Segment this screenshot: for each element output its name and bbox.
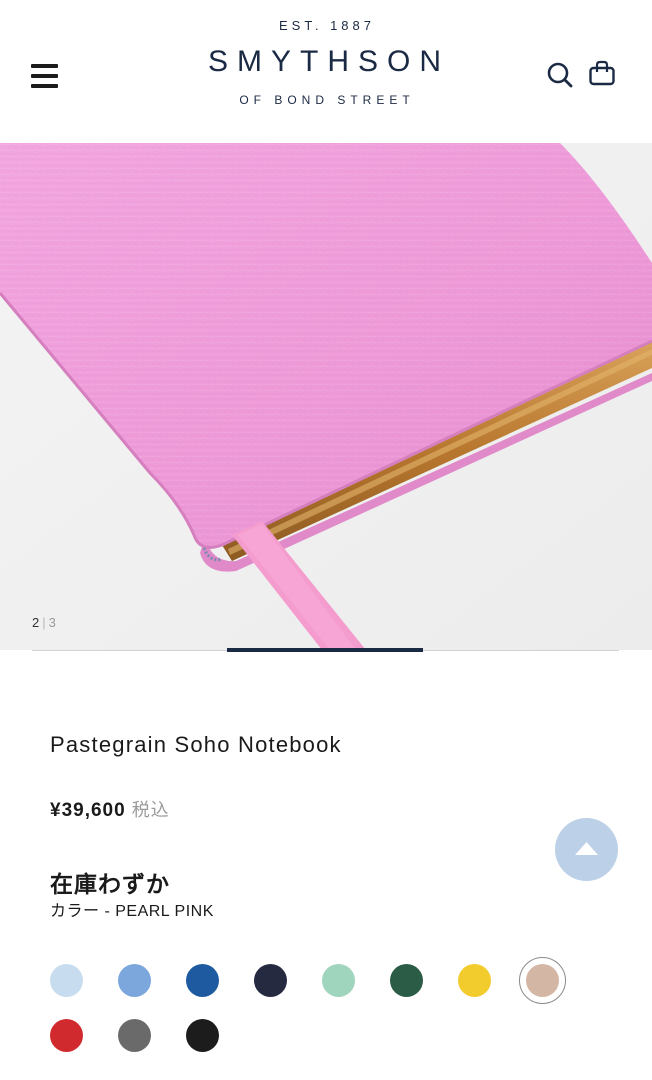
logo-subtitle: OF BOND STREET <box>239 93 415 107</box>
color-swatch-nude[interactable] <box>519 957 566 1004</box>
color-label: カラー - PEARL PINK <box>50 903 214 920</box>
search-icon[interactable] <box>546 60 574 90</box>
logo-brand: SMYTHSON <box>207 45 450 78</box>
gallery-progress-track <box>32 648 619 652</box>
price-value: ¥39,600 <box>50 800 126 821</box>
gallery-progress-fill <box>227 648 423 652</box>
color-swatch-forest-green[interactable] <box>390 964 423 997</box>
gallery-separator: | <box>42 615 46 630</box>
color-swatch-sky-blue[interactable] <box>118 964 151 997</box>
brand-logo[interactable]: EST. 1887 SMYTHSON OF BOND STREET <box>160 18 490 107</box>
gallery-current: 2 <box>32 615 40 630</box>
color-swatch-grey[interactable] <box>118 1019 151 1052</box>
color-swatch-yellow[interactable] <box>458 964 491 997</box>
gallery-counter: 2 | 3 <box>32 615 56 630</box>
color-swatch-cobalt[interactable] <box>186 964 219 997</box>
color-swatch-navy[interactable] <box>254 964 287 997</box>
color-swatch-mint[interactable] <box>322 964 355 997</box>
color-swatch-red[interactable] <box>50 1019 83 1052</box>
product-price: ¥39,600 税込 <box>50 796 170 822</box>
product-title: Pastegrain Soho Notebook <box>50 732 342 757</box>
stock-status: 在庫わずか <box>50 871 170 897</box>
arrow-up-icon <box>575 842 598 855</box>
color-swatch-black[interactable] <box>186 1019 219 1052</box>
product-image[interactable] <box>0 143 652 650</box>
tax-label: 税込 <box>131 800 170 820</box>
back-to-top-button[interactable] <box>555 818 618 881</box>
gallery-total: 3 <box>48 615 56 630</box>
menu-icon[interactable] <box>31 64 58 88</box>
color-swatch-light-blue[interactable] <box>50 964 83 997</box>
logo-est: EST. 1887 <box>279 18 375 33</box>
site-header: EST. 1887 SMYTHSON OF BOND STREET <box>0 0 652 143</box>
shopping-bag-icon[interactable] <box>588 59 616 89</box>
